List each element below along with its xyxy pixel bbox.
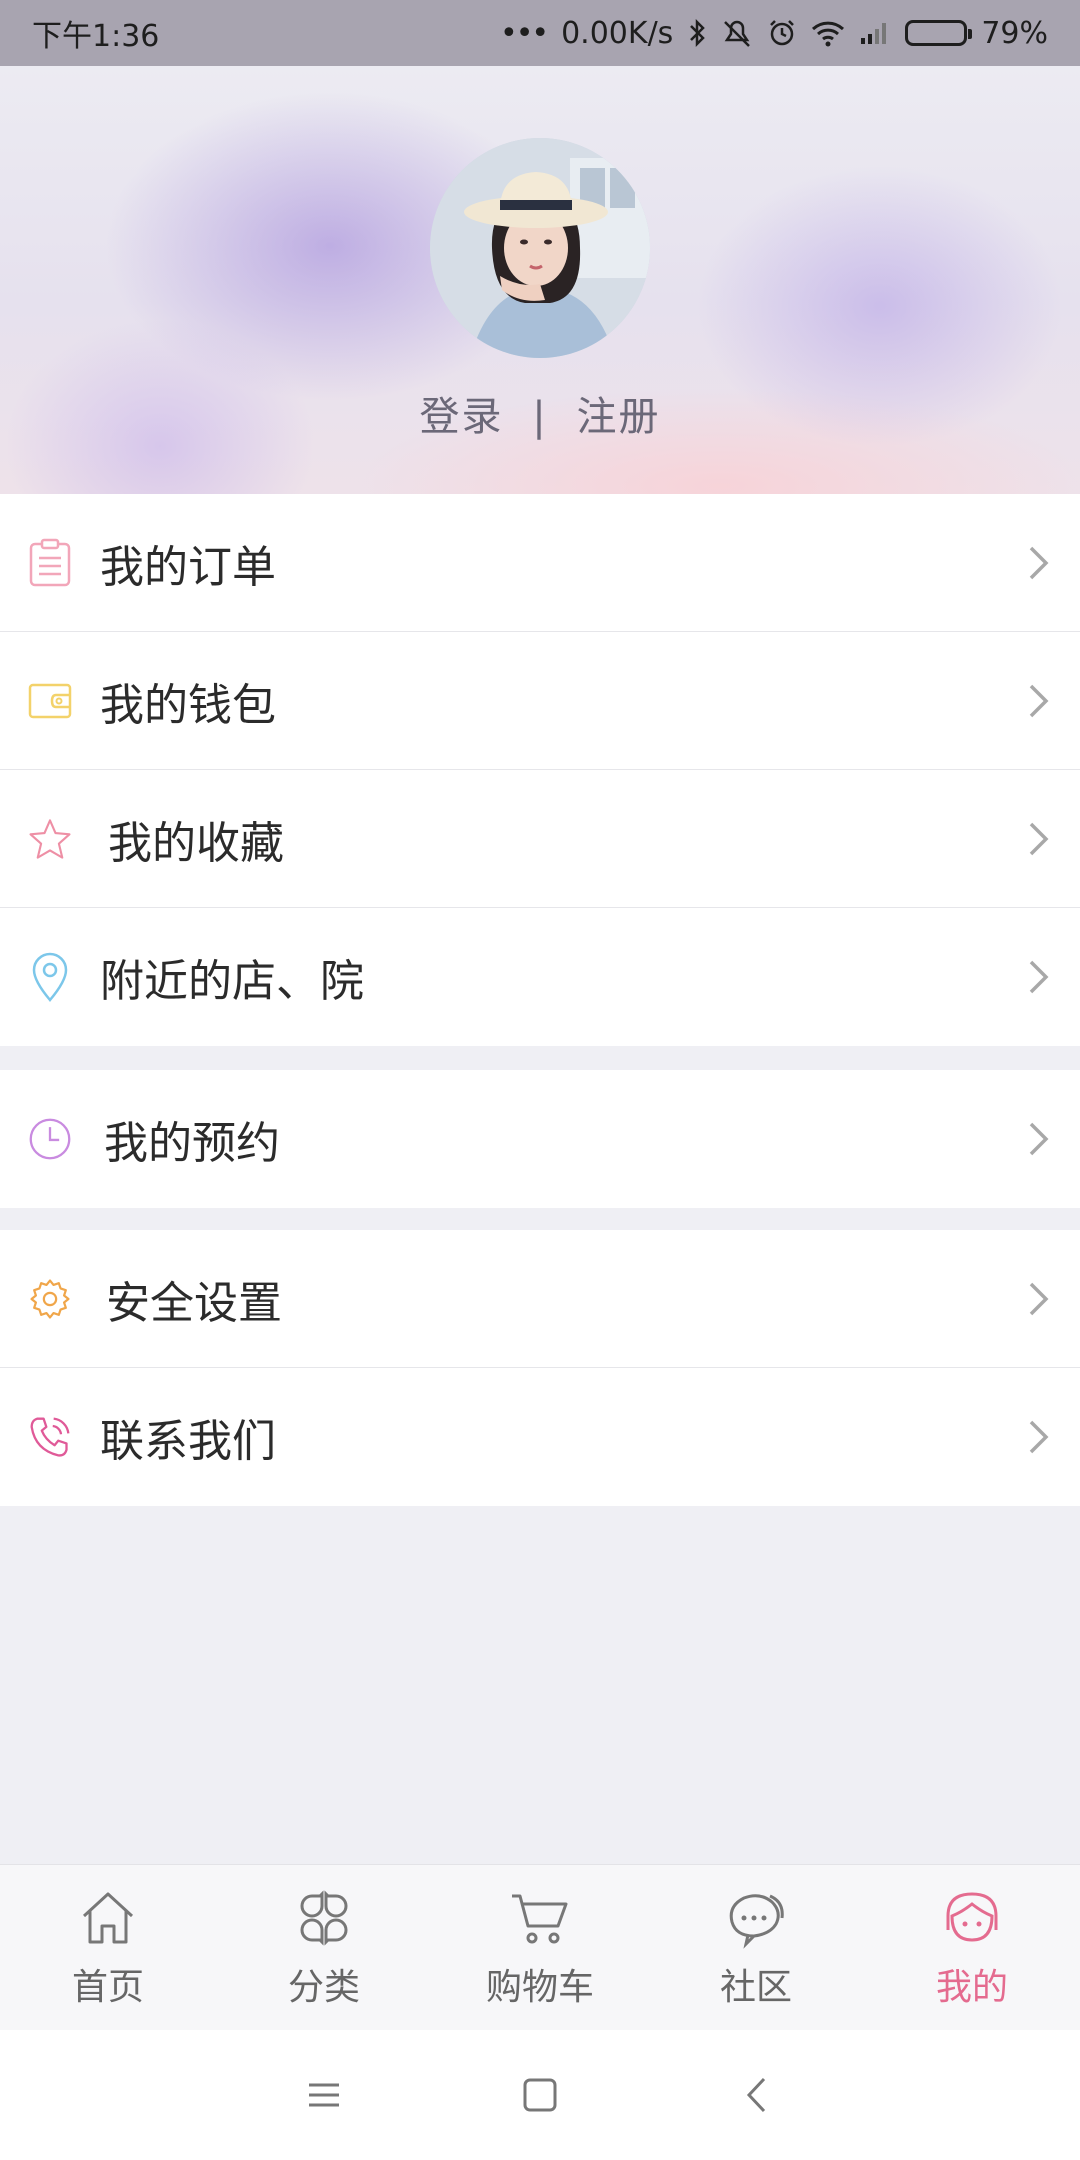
menu-group-settings: 安全设置 联系我们 (0, 1230, 1080, 1506)
menu-group-main: 我的订单 我的钱包 我的收藏 附近的店、院 (0, 494, 1080, 1046)
menu-item-security[interactable]: 安全设置 (0, 1230, 1080, 1368)
home-button[interactable] (432, 2078, 648, 2112)
wifi-icon (811, 19, 845, 47)
profile-header: 登录 | 注册 (0, 66, 1080, 494)
back-icon (746, 2077, 766, 2113)
register-link[interactable]: 注册 (576, 394, 660, 440)
home-icon (82, 1892, 134, 1943)
cart-icon (512, 1894, 568, 1943)
location-pin-icon (28, 952, 72, 1002)
avatar[interactable] (430, 138, 650, 358)
tab-label: 我的 (935, 1966, 1008, 2008)
wallet-icon (28, 676, 72, 726)
menu-button[interactable] (216, 2082, 432, 2108)
menu-item-nearby[interactable]: 附近的店、院 (0, 908, 1080, 1046)
chevron-right-icon (1029, 1122, 1049, 1156)
chevron-right-icon (1029, 960, 1049, 994)
back-button[interactable] (648, 2076, 864, 2114)
menu-item-orders[interactable]: 我的订单 (0, 494, 1080, 632)
menu-group-appointments: 我的预约 (0, 1070, 1080, 1208)
bottom-tab-bar: 首页 分类 购物车 社区 我的 (0, 1864, 1080, 2030)
tab-profile[interactable]: 我的 (864, 1865, 1080, 2030)
tab-community[interactable]: 社区 (648, 1865, 864, 2030)
menu-label: 我的订单 (100, 541, 276, 593)
tab-label: 购物车 (485, 1966, 594, 2008)
battery-icon (905, 20, 973, 46)
menu-item-appointments[interactable]: 我的预约 (0, 1070, 1080, 1208)
tab-home[interactable]: 首页 (0, 1865, 216, 2030)
tab-cart[interactable]: 购物车 (432, 1865, 648, 2030)
menu-label: 我的收藏 (108, 817, 284, 869)
status-bar: 下午1:36 ••• 0.00K/s 79% (0, 0, 1080, 66)
menu-label: 我的钱包 (100, 679, 276, 731)
auth-links: 登录 | 注册 (0, 384, 1080, 442)
status-time: 下午1:36 (32, 19, 160, 54)
chat-icon (729, 1893, 784, 1949)
chevron-right-icon (1029, 1282, 1049, 1315)
system-nav-bar (0, 2030, 1080, 2160)
menu-label: 附近的店、院 (100, 956, 364, 1007)
order-list-icon (28, 538, 72, 588)
phone-icon (28, 1412, 72, 1462)
login-link[interactable]: 登录 (420, 394, 504, 440)
gear-icon (28, 1274, 72, 1324)
menu-label: 联系我们 (100, 1416, 276, 1467)
clock-icon (28, 1114, 72, 1164)
battery-percent: 79% (981, 15, 1048, 51)
bluetooth-icon (687, 18, 707, 48)
menu-item-contact[interactable]: 联系我们 (0, 1368, 1080, 1506)
star-icon (28, 814, 72, 864)
menu-item-favorites[interactable]: 我的收藏 (0, 770, 1080, 908)
signal-icon (859, 20, 891, 46)
network-speed: 0.00K/s (561, 15, 674, 51)
chevron-right-icon (1029, 546, 1049, 579)
status-icons: ••• 0.00K/s 79% (500, 16, 1048, 51)
menu-label: 安全设置 (106, 1277, 282, 1329)
menu-item-wallet[interactable]: 我的钱包 (0, 632, 1080, 770)
tab-label: 首页 (71, 1966, 144, 2008)
menu-label: 我的预约 (104, 1118, 280, 1169)
chevron-right-icon (1029, 822, 1049, 855)
profile-icon (946, 1891, 998, 1942)
category-icon (300, 1889, 348, 1946)
alarm-icon (767, 18, 797, 48)
menu-icon (309, 2083, 339, 2107)
mute-icon (721, 18, 753, 48)
tab-label: 分类 (287, 1966, 360, 2008)
auth-separator: | (532, 394, 548, 440)
more-dots-icon: ••• (500, 15, 549, 51)
chevron-right-icon (1029, 684, 1049, 717)
square-icon (523, 2078, 557, 2112)
tab-category[interactable]: 分类 (216, 1865, 432, 2030)
chevron-right-icon (1029, 1420, 1049, 1454)
tab-label: 社区 (719, 1966, 792, 2008)
